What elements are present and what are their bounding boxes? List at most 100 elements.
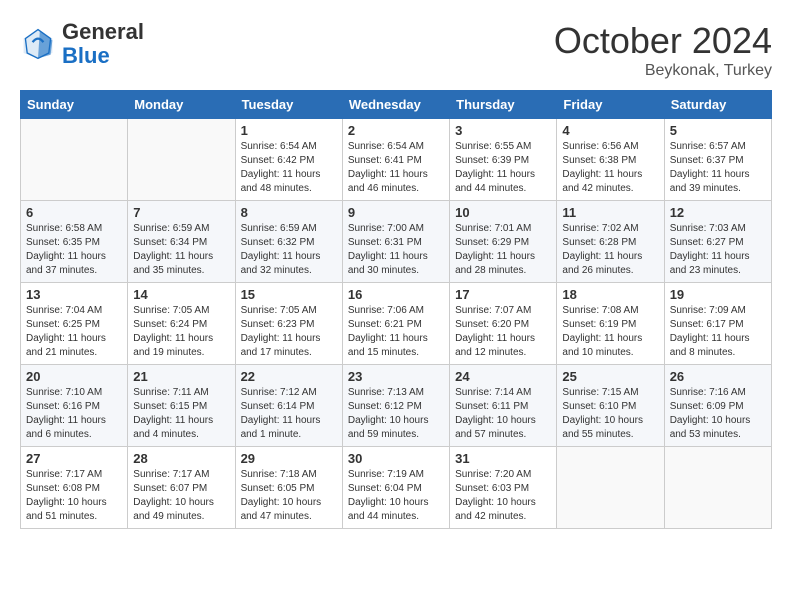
- day-number: 1: [241, 123, 337, 138]
- day-number: 3: [455, 123, 551, 138]
- day-number: 11: [562, 205, 658, 220]
- day-info: Sunrise: 6:54 AM Sunset: 6:42 PM Dayligh…: [241, 140, 337, 196]
- day-number: 7: [133, 205, 229, 220]
- calendar-cell: 4 Sunrise: 6:56 AM Sunset: 6:38 PM Daylig…: [557, 119, 664, 201]
- calendar-cell: 13 Sunrise: 7:04 AM Sunset: 6:25 PM Dayli…: [21, 283, 128, 365]
- day-info: Sunrise: 6:57 AM Sunset: 6:37 PM Dayligh…: [670, 140, 766, 196]
- day-number: 17: [455, 287, 551, 302]
- day-number: 26: [670, 369, 766, 384]
- logo-icon: [20, 26, 56, 62]
- page-header: General Blue October 2024 Beykonak, Turk…: [20, 20, 772, 80]
- location-subtitle: Beykonak, Turkey: [554, 62, 772, 80]
- calendar-week-row: 27 Sunrise: 7:17 AM Sunset: 6:08 PM Dayli…: [21, 447, 772, 529]
- day-info: Sunrise: 6:56 AM Sunset: 6:38 PM Dayligh…: [562, 140, 658, 196]
- logo: General Blue: [20, 20, 144, 68]
- day-number: 25: [562, 369, 658, 384]
- calendar-cell: 14Sunrise: 7:05 AM Sunset: 6:24 PM Dayli…: [128, 283, 235, 365]
- day-number: 27: [26, 451, 122, 466]
- month-title: October 2024: [554, 20, 772, 62]
- day-of-week-header: Wednesday: [342, 91, 449, 119]
- calendar-cell: 21 Sunrise: 7:11 AM Sunset: 6:15 PM Dayli…: [128, 365, 235, 447]
- calendar-table: SundayMondayTuesdayWednesdayThursdayFrid…: [20, 90, 772, 529]
- day-number: 10: [455, 205, 551, 220]
- calendar-cell: 11Sunrise: 7:02 AM Sunset: 6:28 PM Dayli…: [557, 201, 664, 283]
- day-info: Sunrise: 7:12 AM Sunset: 6:14 PM Dayligh…: [241, 386, 337, 442]
- calendar-cell: 3Sunrise: 6:55 AM Sunset: 6:39 PM Daylig…: [450, 119, 557, 201]
- calendar-cell: [664, 447, 771, 529]
- day-number: 22: [241, 369, 337, 384]
- day-info: Sunrise: 7:17 AM Sunset: 6:08 PM Dayligh…: [26, 468, 122, 524]
- calendar-cell: 17 Sunrise: 7:07 AM Sunset: 6:20 PM Dayli…: [450, 283, 557, 365]
- calendar-cell: 23 Sunrise: 7:13 AM Sunset: 6:12 PM Dayli…: [342, 365, 449, 447]
- calendar-cell: 10 Sunrise: 7:01 AM Sunset: 6:29 PM Dayli…: [450, 201, 557, 283]
- title-block: October 2024 Beykonak, Turkey: [554, 20, 772, 80]
- day-info: Sunrise: 7:17 AM Sunset: 6:07 PM Dayligh…: [133, 468, 229, 524]
- day-info: Sunrise: 7:11 AM Sunset: 6:15 PM Dayligh…: [133, 386, 229, 442]
- day-info: Sunrise: 7:08 AM Sunset: 6:19 PM Dayligh…: [562, 304, 658, 360]
- calendar-cell: 27 Sunrise: 7:17 AM Sunset: 6:08 PM Dayli…: [21, 447, 128, 529]
- calendar-cell: 18 Sunrise: 7:08 AM Sunset: 6:19 PM Dayli…: [557, 283, 664, 365]
- calendar-cell: 24 Sunrise: 7:14 AM Sunset: 6:11 PM Dayli…: [450, 365, 557, 447]
- day-number: 9: [348, 205, 444, 220]
- day-number: 30: [348, 451, 444, 466]
- day-of-week-header: Thursday: [450, 91, 557, 119]
- calendar-cell: 2 Sunrise: 6:54 AM Sunset: 6:41 PM Daylig…: [342, 119, 449, 201]
- calendar-cell: [557, 447, 664, 529]
- calendar-cell: 25 Sunrise: 7:15 AM Sunset: 6:10 PM Dayli…: [557, 365, 664, 447]
- day-info: Sunrise: 7:05 AM Sunset: 6:23 PM Dayligh…: [241, 304, 337, 360]
- day-number: 29: [241, 451, 337, 466]
- day-of-week-header: Friday: [557, 91, 664, 119]
- day-of-week-header: Saturday: [664, 91, 771, 119]
- calendar-header-row: SundayMondayTuesdayWednesdayThursdayFrid…: [21, 91, 772, 119]
- day-info: Sunrise: 7:07 AM Sunset: 6:20 PM Dayligh…: [455, 304, 551, 360]
- day-number: 24: [455, 369, 551, 384]
- calendar-cell: 6Sunrise: 6:58 AM Sunset: 6:35 PM Daylig…: [21, 201, 128, 283]
- day-info: Sunrise: 7:03 AM Sunset: 6:27 PM Dayligh…: [670, 222, 766, 278]
- calendar-cell: [21, 119, 128, 201]
- day-number: 18: [562, 287, 658, 302]
- day-info: Sunrise: 6:59 AM Sunset: 6:32 PM Dayligh…: [241, 222, 337, 278]
- day-number: 2: [348, 123, 444, 138]
- day-info: Sunrise: 7:06 AM Sunset: 6:21 PM Dayligh…: [348, 304, 444, 360]
- day-info: Sunrise: 7:14 AM Sunset: 6:11 PM Dayligh…: [455, 386, 551, 442]
- calendar-cell: 12 Sunrise: 7:03 AM Sunset: 6:27 PM Dayli…: [664, 201, 771, 283]
- day-number: 13: [26, 287, 122, 302]
- calendar-cell: 26 Sunrise: 7:16 AM Sunset: 6:09 PM Dayli…: [664, 365, 771, 447]
- day-number: 5: [670, 123, 766, 138]
- day-info: Sunrise: 7:18 AM Sunset: 6:05 PM Dayligh…: [241, 468, 337, 524]
- logo-blue: Blue: [62, 43, 110, 68]
- day-number: 20: [26, 369, 122, 384]
- day-info: Sunrise: 6:54 AM Sunset: 6:41 PM Dayligh…: [348, 140, 444, 196]
- calendar-cell: 5 Sunrise: 6:57 AM Sunset: 6:37 PM Daylig…: [664, 119, 771, 201]
- calendar-cell: 28Sunrise: 7:17 AM Sunset: 6:07 PM Dayli…: [128, 447, 235, 529]
- day-info: Sunrise: 7:01 AM Sunset: 6:29 PM Dayligh…: [455, 222, 551, 278]
- day-info: Sunrise: 7:13 AM Sunset: 6:12 PM Dayligh…: [348, 386, 444, 442]
- day-info: Sunrise: 7:15 AM Sunset: 6:10 PM Dayligh…: [562, 386, 658, 442]
- day-number: 21: [133, 369, 229, 384]
- calendar-cell: 15 Sunrise: 7:05 AM Sunset: 6:23 PM Dayli…: [235, 283, 342, 365]
- day-info: Sunrise: 7:16 AM Sunset: 6:09 PM Dayligh…: [670, 386, 766, 442]
- day-of-week-header: Monday: [128, 91, 235, 119]
- day-number: 14: [133, 287, 229, 302]
- day-number: 4: [562, 123, 658, 138]
- logo-text: General Blue: [62, 20, 144, 68]
- day-number: 6: [26, 205, 122, 220]
- day-number: 8: [241, 205, 337, 220]
- day-of-week-header: Tuesday: [235, 91, 342, 119]
- day-number: 12: [670, 205, 766, 220]
- day-number: 15: [241, 287, 337, 302]
- day-info: Sunrise: 7:09 AM Sunset: 6:17 PM Dayligh…: [670, 304, 766, 360]
- calendar-week-row: 6Sunrise: 6:58 AM Sunset: 6:35 PM Daylig…: [21, 201, 772, 283]
- day-of-week-header: Sunday: [21, 91, 128, 119]
- calendar-cell: 30 Sunrise: 7:19 AM Sunset: 6:04 PM Dayli…: [342, 447, 449, 529]
- day-number: 23: [348, 369, 444, 384]
- calendar-cell: 7 Sunrise: 6:59 AM Sunset: 6:34 PM Daylig…: [128, 201, 235, 283]
- calendar-cell: 22 Sunrise: 7:12 AM Sunset: 6:14 PM Dayli…: [235, 365, 342, 447]
- day-info: Sunrise: 6:59 AM Sunset: 6:34 PM Dayligh…: [133, 222, 229, 278]
- day-info: Sunrise: 7:04 AM Sunset: 6:25 PM Dayligh…: [26, 304, 122, 360]
- day-info: Sunrise: 7:00 AM Sunset: 6:31 PM Dayligh…: [348, 222, 444, 278]
- calendar-cell: 9 Sunrise: 7:00 AM Sunset: 6:31 PM Daylig…: [342, 201, 449, 283]
- day-info: Sunrise: 7:19 AM Sunset: 6:04 PM Dayligh…: [348, 468, 444, 524]
- day-number: 19: [670, 287, 766, 302]
- calendar-cell: 29 Sunrise: 7:18 AM Sunset: 6:05 PM Dayli…: [235, 447, 342, 529]
